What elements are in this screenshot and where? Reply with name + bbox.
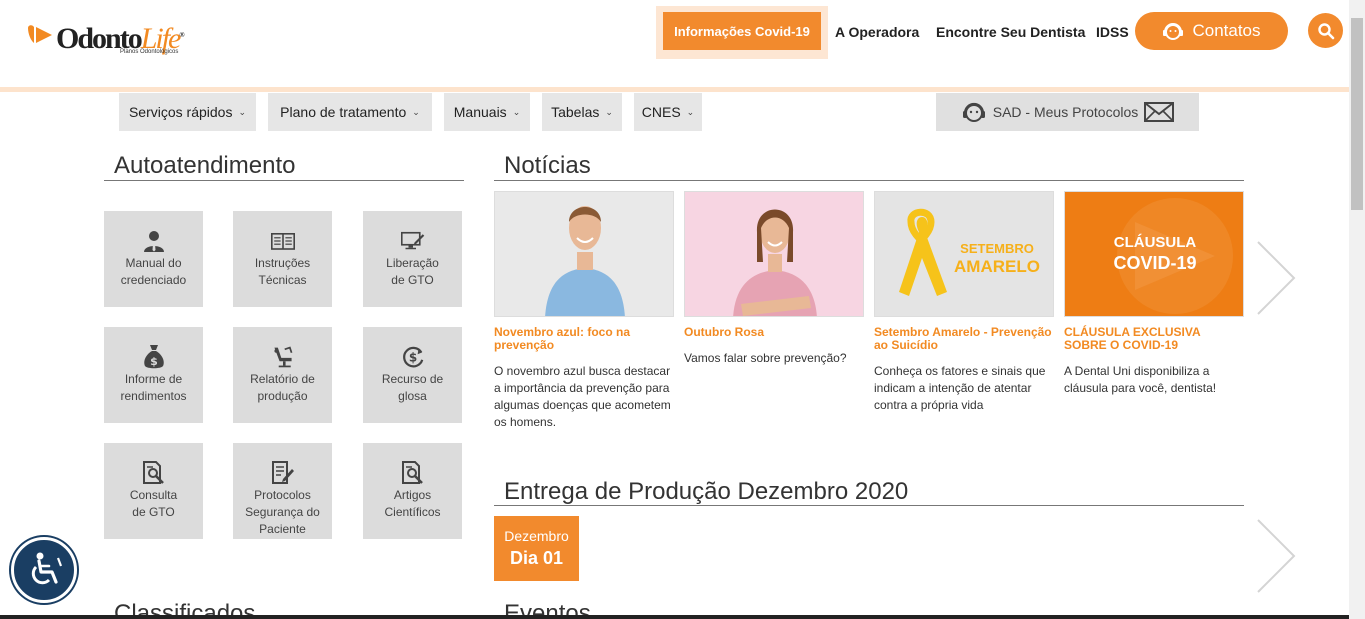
tile-label: Instruções Técnicas xyxy=(254,256,311,287)
tooth-logo-icon xyxy=(28,25,52,43)
monitor-edit-icon xyxy=(400,229,425,253)
book-icon xyxy=(270,229,295,253)
tile-artigos-cientificos[interactable]: Artigos Científicos xyxy=(363,443,462,539)
news-text: A Dental Uni disponibiliza a cláusula pa… xyxy=(1064,364,1217,395)
chevron-right-icon[interactable] xyxy=(1256,240,1296,316)
menu-cnes[interactable]: CNES ⌄ xyxy=(634,93,702,131)
chevron-down-icon: ⌄ xyxy=(238,106,247,117)
section-divider xyxy=(494,505,1244,506)
news-title[interactable]: CLÁUSULA EXCLUSIVA SOBRE O COVID-19 xyxy=(1064,326,1244,352)
nav-encontre-dentista[interactable]: Encontre Seu Dentista xyxy=(936,24,1085,40)
news-title[interactable]: Novembro azul: foco na prevenção xyxy=(494,326,674,352)
tile-label: Liberação de GTO xyxy=(386,256,439,287)
date-day: Dia 01 xyxy=(509,548,564,568)
menu-servicos-rapidos[interactable]: Serviços rápidos ⌄ xyxy=(119,93,256,131)
envelope-icon xyxy=(1144,102,1175,122)
chevron-down-icon: ⌄ xyxy=(605,106,613,117)
scrollbar-thumb[interactable] xyxy=(1351,18,1363,210)
chevron-right-icon[interactable] xyxy=(1256,518,1296,594)
doc-edit-icon xyxy=(271,461,295,485)
tile-instrucoes-tecnicas[interactable]: Instruções Técnicas xyxy=(233,211,332,307)
tile-protocolos-seguranca[interactable]: Protocolos Segurança do Paciente xyxy=(233,443,332,539)
header-divider xyxy=(0,87,1349,92)
search-button[interactable] xyxy=(1308,13,1343,48)
logo[interactable]: OdontoLife® Planos Odontológicos xyxy=(26,18,196,60)
page: OdontoLife® Planos Odontológicos Informa… xyxy=(0,0,1365,619)
menu-label: Serviços rápidos xyxy=(128,104,233,120)
news-text: O novembro azul busca destacar a importâ… xyxy=(494,364,671,429)
tile-relatorio-producao[interactable]: Relatório de produção xyxy=(233,327,332,423)
accessibility-button[interactable] xyxy=(11,537,77,603)
clausula-covid-banner: CLÁUSULA COVID-19 xyxy=(1113,234,1197,273)
section-divider xyxy=(494,180,1244,181)
news-image-setembro-amarelo[interactable]: SETEMBRO AMARELO xyxy=(874,191,1054,317)
tile-manual-credenciado[interactable]: Manual do credenciado xyxy=(104,211,203,307)
logo-tagline: Planos Odontológicos xyxy=(120,49,179,55)
news-image-novembro-azul[interactable] xyxy=(494,191,674,317)
money-bag-icon: $ xyxy=(142,345,166,369)
taskbar-edge xyxy=(0,615,1349,619)
wheelchair-icon xyxy=(31,552,63,585)
tile-label: Relatório de produção xyxy=(250,372,315,403)
contatos-button[interactable]: Contatos xyxy=(1135,12,1288,50)
tile-informe-rendimentos[interactable]: $ Informe de rendimentos xyxy=(104,327,203,423)
news-text: Conheça os fatores e sinais que indicam … xyxy=(874,364,1046,412)
chevron-down-icon: ⌄ xyxy=(686,106,695,117)
news-image-clausula-covid[interactable]: CLÁUSULA COVID-19 xyxy=(1064,191,1244,317)
support-agent-icon xyxy=(962,102,985,122)
sad-protocolos-button[interactable]: SAD - Meus Protocolos xyxy=(936,93,1199,131)
dollar-cycle-icon: $ xyxy=(401,345,425,369)
tile-liberacao-gto[interactable]: Liberação de GTO xyxy=(363,211,462,307)
tile-recurso-glosa[interactable]: $ Recurso de glosa xyxy=(363,327,462,423)
tile-label: Recurso de glosa xyxy=(381,372,444,403)
sad-label: SAD - Meus Protocolos xyxy=(992,104,1139,120)
contatos-label: Contatos xyxy=(1192,21,1261,40)
menu-plano-tratamento[interactable]: Plano de tratamento ⌄ xyxy=(268,93,432,131)
svg-text:$: $ xyxy=(150,355,158,368)
autoatendimento-title: Autoatendimento xyxy=(114,152,296,179)
chevron-down-icon: ⌄ xyxy=(412,106,420,117)
headset-icon xyxy=(1163,23,1184,40)
section-divider xyxy=(104,180,464,181)
user-tie-icon xyxy=(142,229,166,253)
header: OdontoLife® Planos Odontológicos Informa… xyxy=(0,0,1349,88)
nav-idss[interactable]: IDSS xyxy=(1096,24,1129,40)
menu-manuais[interactable]: Manuais ⌄ xyxy=(444,93,530,131)
date-month: Dezembro xyxy=(504,528,569,544)
tile-consulta-gto[interactable]: Consulta de GTO xyxy=(104,443,203,539)
setembro-amarelo-banner: SETEMBRO AMARELO xyxy=(954,241,1040,276)
doc-search-icon xyxy=(401,461,425,485)
tile-label: Protocolos Segurança do Paciente xyxy=(245,488,320,536)
tile-label: Artigos Científicos xyxy=(384,488,441,519)
menu-label: CNES xyxy=(641,104,681,120)
nav-a-operadora[interactable]: A Operadora xyxy=(835,24,919,40)
menu-label: Tabelas xyxy=(551,104,600,120)
tile-label: Consulta de GTO xyxy=(129,488,178,519)
menu-label: Plano de tratamento xyxy=(280,104,407,120)
covid-info-button[interactable]: Informações Covid-19 xyxy=(663,12,821,50)
dental-chair-icon xyxy=(271,345,295,369)
news-title[interactable]: Setembro Amarelo - Prevenção ao Suicídio xyxy=(874,326,1054,352)
menu-tabelas[interactable]: Tabelas ⌄ xyxy=(542,93,622,131)
news-title[interactable]: Outubro Rosa xyxy=(684,326,864,339)
noticias-title: Notícias xyxy=(504,152,591,179)
chevron-down-icon: ⌄ xyxy=(512,106,521,117)
doc-search-icon xyxy=(142,461,166,485)
news-text: Vamos falar sobre prevenção? xyxy=(684,351,847,365)
news-image-outubro-rosa[interactable] xyxy=(684,191,864,317)
entrega-date-badge[interactable]: Dezembro Dia 01 xyxy=(494,516,579,581)
entrega-title: Entrega de Produção Dezembro 2020 xyxy=(504,478,909,505)
tile-label: Informe de rendimentos xyxy=(120,372,187,403)
tile-label: Manual do credenciado xyxy=(120,256,187,287)
menu-label: Manuais xyxy=(453,104,507,120)
search-icon xyxy=(1317,22,1334,39)
svg-text:$: $ xyxy=(408,351,416,365)
